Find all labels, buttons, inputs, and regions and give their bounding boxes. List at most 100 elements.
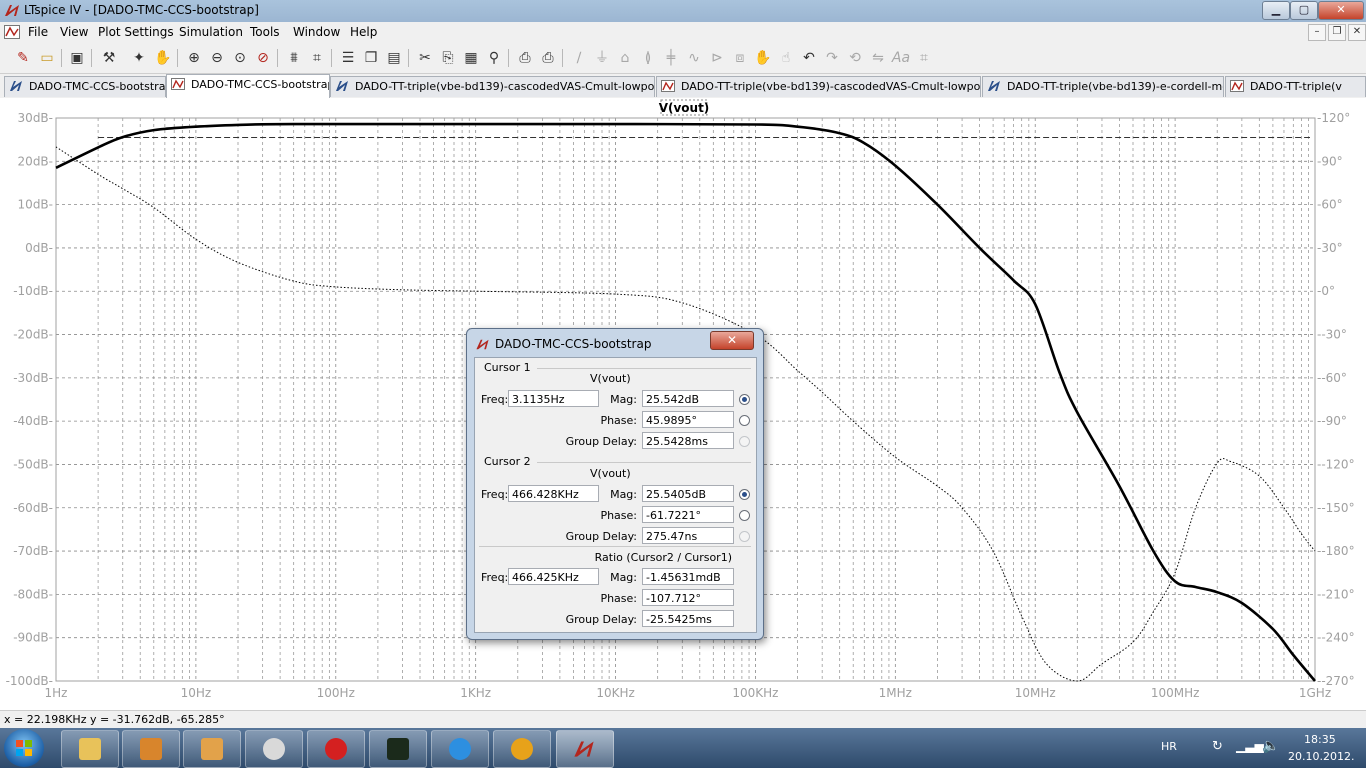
network-icon[interactable]: ▁▃▅ — [1236, 739, 1264, 753]
cursor2-group-delay-label: Group Delay: — [565, 530, 637, 543]
cursor2-freq-field[interactable]: 466.428KHz — [508, 485, 599, 502]
cursor1-phase-field[interactable]: 45.9895° — [642, 411, 734, 428]
cursor2-group-delay-field[interactable]: 275.47ns — [642, 527, 734, 544]
mdi-minimize-button[interactable]: – — [1308, 24, 1326, 41]
inductor-icon[interactable]: ∿ — [684, 48, 704, 68]
print-setup-icon[interactable]: ⎙ — [515, 48, 535, 68]
tile-horizontal-icon[interactable]: ☰ — [338, 48, 358, 68]
x-tick-label: 100KHz — [732, 686, 778, 700]
component-icon[interactable]: ⧈ — [730, 48, 750, 68]
ratio-mag-field[interactable]: -1.45631mdB — [642, 568, 734, 585]
taskbar-scanner[interactable] — [245, 730, 303, 768]
tab-schematic-2[interactable]: DADO-TT-triple(vbe-bd139)-cascodedVAS-Cm… — [330, 76, 655, 97]
label-icon[interactable]: ⌂ — [615, 48, 635, 68]
start-button[interactable] — [4, 729, 44, 767]
find-icon[interactable]: ⚲ — [484, 48, 504, 68]
maximize-button[interactable]: ▢ — [1290, 1, 1318, 20]
cursor2-mag-radio[interactable] — [739, 489, 750, 500]
cursor1-group-delay-radio[interactable] — [739, 436, 750, 447]
clock-date[interactable]: 20.10.2012. — [1288, 750, 1354, 763]
tab-waveform-3[interactable]: DADO-TT-triple(v — [1225, 76, 1366, 97]
menu-simulation[interactable]: Simulation — [179, 25, 243, 39]
drag-icon[interactable]: ☝ — [776, 48, 796, 68]
cursor2-phase-radio[interactable] — [739, 510, 750, 521]
menu-tools[interactable]: Tools — [250, 25, 280, 39]
rotate-icon[interactable]: ⟲ — [845, 48, 865, 68]
cascade-icon[interactable]: ❐ — [361, 48, 381, 68]
taskbar-media-player[interactable] — [493, 730, 551, 768]
run-icon[interactable]: ✦ — [129, 48, 149, 68]
grid-icon[interactable]: ⌗ — [307, 48, 327, 68]
cursor1-group-delay-field[interactable]: 25.5428ms — [642, 432, 734, 449]
windows-logo-icon — [16, 740, 32, 756]
menu-window[interactable]: Window — [293, 25, 340, 39]
cursor1-mag-field[interactable]: 25.542dB — [642, 390, 734, 407]
taskbar-ltspice[interactable] — [556, 730, 614, 768]
menu-file[interactable]: File — [28, 25, 48, 39]
cursor1-freq-field[interactable]: 3.1135Hz — [508, 390, 599, 407]
save-icon[interactable]: ▣ — [67, 48, 87, 68]
print-icon[interactable]: ⎙ — [538, 48, 558, 68]
cut-icon[interactable]: ✂ — [415, 48, 435, 68]
cursor2-mag-field[interactable]: 25.5405dB — [642, 485, 734, 502]
halt-icon[interactable]: ✋ — [153, 48, 173, 68]
taskbar-media-center[interactable] — [122, 730, 180, 768]
tab-schematic-3[interactable]: DADO-TT-triple(vbe-bd139)-e-cordell-mode… — [982, 76, 1224, 97]
resistor-icon[interactable]: ≬ — [638, 48, 658, 68]
tab-schematic-1[interactable]: DADO-TMC-CCS-bootstrap — [4, 76, 166, 97]
minimize-button[interactable]: ▁ — [1262, 1, 1290, 20]
mdi-restore-button[interactable]: ❐ — [1328, 24, 1346, 41]
dialog-close-button[interactable]: ✕ — [710, 331, 754, 350]
mdi-close-button[interactable]: ✕ — [1348, 24, 1366, 41]
wire-icon[interactable]: ∕ — [569, 48, 589, 68]
redo-icon[interactable]: ↷ — [822, 48, 842, 68]
ratio-phase-field[interactable]: -107.712° — [642, 589, 734, 606]
zoom-in-icon[interactable]: ⊕ — [184, 48, 204, 68]
volume-icon[interactable]: 🔈 — [1262, 738, 1279, 754]
ground-icon[interactable]: ⏚ — [592, 48, 612, 68]
cursor1-mag-radio[interactable] — [739, 394, 750, 405]
undo-icon[interactable]: ↶ — [799, 48, 819, 68]
tab-waveform-2[interactable]: DADO-TT-triple(vbe-bd139)-cascodedVAS-Cm… — [656, 76, 981, 97]
control-panel-icon[interactable]: ⚒ — [99, 48, 119, 68]
ratio-freq-field[interactable]: 466.425KHz — [508, 568, 599, 585]
spice-directive-icon[interactable]: ⌗ — [914, 48, 934, 68]
capacitor-icon[interactable]: ╪ — [661, 48, 681, 68]
y-tick-label: -80dB- — [13, 587, 53, 601]
zoom-area-icon[interactable]: ⊙ — [230, 48, 250, 68]
tab-label: DADO-TT-triple(vbe-bd139)-cascodedVAS-Cm… — [355, 80, 655, 93]
clock-time[interactable]: 18:35 — [1304, 733, 1336, 746]
waveform-window-icon[interactable] — [4, 25, 20, 39]
taskbar-photos[interactable] — [183, 730, 241, 768]
cursor1-phase-radio[interactable] — [739, 415, 750, 426]
taskbar-oscilloscope[interactable] — [369, 730, 427, 768]
ratio-group-delay-field[interactable]: -25.5425ms — [642, 610, 734, 627]
menu-view[interactable]: View — [60, 25, 88, 39]
waveform-icon — [1230, 80, 1244, 92]
tab-waveform-active[interactable]: DADO-TMC-CCS-bootstrap — [166, 74, 330, 98]
close-button[interactable]: ✕ — [1318, 1, 1364, 20]
taskbar-explorer[interactable] — [61, 730, 119, 768]
paste-icon[interactable]: ▦ — [461, 48, 481, 68]
y2-tick-label: --150° — [1317, 501, 1355, 515]
menu-plot-settings[interactable]: Plot Settings — [98, 25, 174, 39]
tile-vertical-icon[interactable]: ▤ — [384, 48, 404, 68]
copy-icon[interactable]: ⎘ — [438, 48, 458, 68]
menu-help[interactable]: Help — [350, 25, 377, 39]
mirror-icon[interactable]: ⇋ — [868, 48, 888, 68]
open-icon[interactable]: ▭ — [37, 48, 57, 68]
zoom-cancel-icon[interactable]: ⊘ — [253, 48, 273, 68]
zoom-out-icon[interactable]: ⊖ — [207, 48, 227, 68]
autorange-icon[interactable]: ⩩ — [284, 48, 304, 68]
taskbar-browser-red[interactable] — [307, 730, 365, 768]
text-icon[interactable]: Aa — [891, 48, 911, 68]
taskbar-internet-explorer[interactable] — [431, 730, 489, 768]
sync-icon[interactable]: ↻ — [1212, 739, 1223, 754]
cursor2-group-delay-radio[interactable] — [739, 531, 750, 542]
new-schematic-icon[interactable]: ✎ — [13, 48, 33, 68]
diode-icon[interactable]: ⊳ — [707, 48, 727, 68]
language-indicator[interactable]: HR — [1161, 740, 1177, 753]
cursor2-phase-field[interactable]: -61.7221° — [642, 506, 734, 523]
move-icon[interactable]: ✋ — [753, 48, 773, 68]
taskbar: HR ↻ ▁▃▅ 🔈 18:35 20.10.2012. — [0, 728, 1366, 768]
